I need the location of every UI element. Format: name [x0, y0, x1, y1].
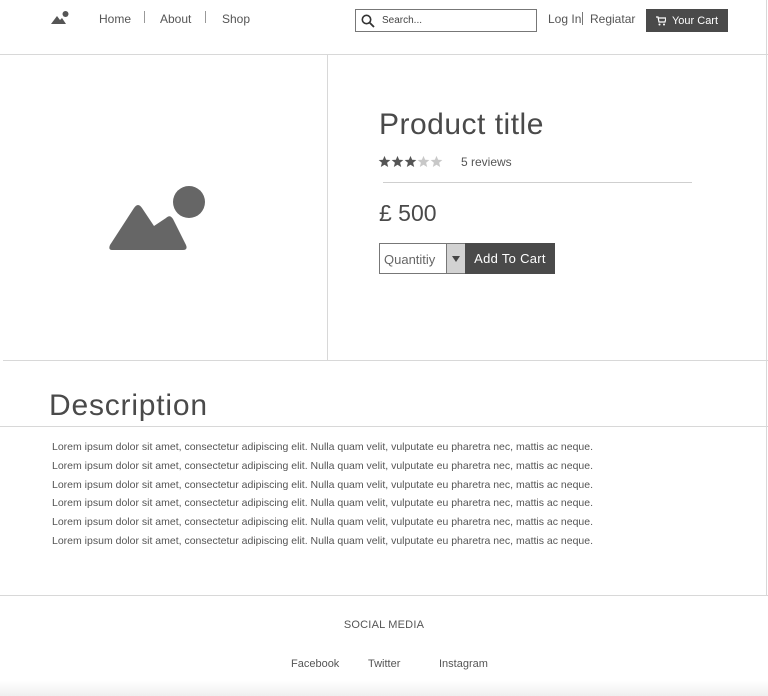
search-input[interactable] — [382, 12, 532, 29]
auth-separator — [582, 12, 583, 25]
description-line: Lorem ipsum dolor sit amet, consectetur … — [52, 478, 594, 491]
description-divider — [0, 426, 768, 427]
rating-stars — [378, 155, 443, 168]
search-box[interactable] — [355, 9, 537, 32]
nav-separator — [205, 11, 206, 23]
description-text: Lorem ipsum dolor sit amet, consectetur … — [52, 438, 752, 551]
star-filled-icon — [391, 155, 404, 168]
description-line: Lorem ipsum dolor sit amet, consectetur … — [52, 516, 594, 529]
page-edge-divider — [766, 0, 767, 696]
mountain-sun-logo-icon[interactable] — [50, 10, 70, 26]
product-divider — [383, 182, 692, 183]
nav-home-link[interactable]: Home — [99, 12, 131, 26]
register-link[interactable]: Regiatar — [590, 12, 635, 26]
star-empty-icon — [417, 155, 430, 168]
social-media-heading: SOCIAL MEDIA — [343, 619, 425, 631]
quantity-label: Quantitiy — [384, 252, 436, 267]
login-link[interactable]: Log In — [548, 12, 581, 26]
star-empty-icon — [430, 155, 443, 168]
product-column-divider — [327, 55, 328, 360]
instagram-link[interactable]: Instagram — [439, 658, 488, 670]
facebook-link[interactable]: Facebook — [291, 658, 339, 670]
reviews-count[interactable]: 5 reviews — [461, 155, 512, 169]
chevron-down-icon — [452, 255, 460, 262]
your-cart-button[interactable]: Your Cart — [646, 9, 728, 32]
description-line: Lorem ipsum dolor sit amet, consectetur … — [52, 497, 594, 510]
quantity-dropdown-toggle[interactable] — [446, 244, 465, 273]
product-title: Product title — [379, 108, 544, 141]
site-footer: SOCIAL MEDIA Facebook Twitter Instagram — [0, 595, 768, 696]
nav-separator — [144, 11, 145, 23]
cart-icon — [655, 15, 666, 25]
description-line: Lorem ipsum dolor sit amet, consectetur … — [52, 534, 594, 547]
add-to-cart-button[interactable]: Add To Cart — [465, 243, 555, 274]
image-placeholder-icon — [109, 186, 205, 250]
twitter-link[interactable]: Twitter — [368, 658, 400, 670]
description-title: Description — [49, 389, 208, 422]
star-filled-icon — [378, 155, 391, 168]
quantity-select[interactable]: Quantitiy — [379, 243, 466, 274]
star-filled-icon — [404, 155, 417, 168]
search-icon[interactable] — [361, 14, 375, 28]
site-header: Home About Shop Log In Regiatar Your Car… — [0, 0, 768, 55]
cart-button-label: Your Cart — [671, 14, 719, 27]
description-line: Lorem ipsum dolor sit amet, consectetur … — [52, 441, 594, 453]
nav-about-link[interactable]: About — [160, 12, 191, 26]
nav-shop-link[interactable]: Shop — [222, 12, 250, 26]
description-line: Lorem ipsum dolor sit amet, consectetur … — [52, 459, 594, 472]
product-section-divider — [3, 360, 768, 361]
product-price: £ 500 — [379, 200, 437, 226]
